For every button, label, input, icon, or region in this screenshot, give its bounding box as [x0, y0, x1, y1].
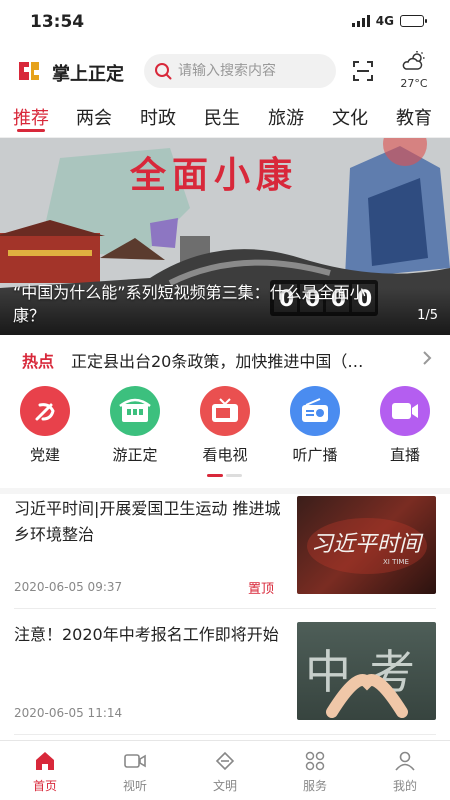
- nav-label: 服务: [302, 779, 327, 793]
- list-divider: [14, 608, 436, 609]
- pinned-badge: 置顶: [248, 582, 275, 597]
- nav-label: 我的: [392, 779, 417, 793]
- weather-widget[interactable]: 27°C: [394, 50, 434, 90]
- banner-caption[interactable]: “中国为什么能”系列短视频第三集：什么是全面小康？: [13, 281, 373, 327]
- nav-item-4[interactable]: 我的: [360, 741, 450, 800]
- news-date: 2020-06-05 09:37: [14, 580, 123, 594]
- app-title: 掌上正定: [52, 64, 124, 85]
- thumbnail-subtext: XI TIME: [383, 558, 409, 566]
- banner-pager: 1/5: [417, 308, 438, 323]
- tab-2[interactable]: 时政: [140, 98, 176, 130]
- search-icon: [155, 63, 172, 80]
- tab-3[interactable]: 民生: [204, 98, 240, 130]
- nav-label: 首页: [32, 779, 57, 793]
- battery-icon: [400, 15, 427, 27]
- services-grid-icon: [304, 751, 326, 775]
- partly-cloudy-icon: [402, 51, 425, 70]
- signal-icon: [351, 15, 370, 27]
- chevron-right-icon[interactable]: [422, 350, 432, 366]
- status-indicators: 4G: [351, 14, 427, 28]
- tv-icon[interactable]: [200, 386, 250, 436]
- news-title[interactable]: 习近平时间|开展爱国卫生运动 推进城乡环境整治: [14, 496, 289, 548]
- tab-0[interactable]: 推荐: [13, 98, 49, 132]
- shortcut-label: 直播: [389, 446, 420, 464]
- shortcut-page-indicator: [207, 474, 242, 477]
- nav-item-2[interactable]: 文明: [180, 741, 270, 800]
- bottom-navigation: 首页 视听 文明 服务 我的: [0, 740, 450, 800]
- section-separator: [0, 488, 450, 494]
- app-logo-icon: [19, 62, 39, 80]
- party-emblem-icon[interactable]: [20, 386, 70, 436]
- shortcut-grid: 党建 游正定 看电视 听广播 直播: [0, 386, 450, 466]
- status-bar: 13:54 4G: [0, 0, 450, 44]
- shortcut-4[interactable]: 直播: [370, 386, 440, 465]
- nav-item-1[interactable]: 视听: [90, 741, 180, 800]
- tab-4[interactable]: 旅游: [268, 98, 304, 130]
- tab-5[interactable]: 文化: [332, 98, 368, 130]
- shortcut-0[interactable]: 党建: [10, 386, 80, 465]
- weather-temperature: 27°C: [400, 77, 428, 90]
- app-header: 掌上正定 27°C: [0, 48, 450, 94]
- network-type: 4G: [375, 14, 394, 28]
- live-video-icon[interactable]: [380, 386, 430, 436]
- video-camera-icon: [123, 754, 147, 775]
- category-tabs: 推荐 两会 时政 民生 旅游 文化 教育: [0, 98, 450, 136]
- news-title[interactable]: 注意！2020年中考报名工作即将开始: [14, 622, 289, 648]
- nav-item-0[interactable]: 首页: [0, 741, 90, 800]
- thumbnail-text: 习近平时间: [311, 532, 422, 557]
- hot-label: 热点: [22, 352, 55, 371]
- tour-icon[interactable]: [110, 386, 160, 436]
- search-input[interactable]: [178, 63, 328, 79]
- banner-headline: 全面小康: [130, 154, 299, 196]
- hot-news-text[interactable]: 正定县出台20条政策，加快推进中国（…: [71, 348, 401, 372]
- shortcut-label: 党建: [29, 446, 60, 464]
- hands-illustration: [326, 674, 408, 718]
- search-bar[interactable]: [144, 54, 336, 88]
- news-thumbnail[interactable]: 中考: [297, 622, 436, 720]
- news-thumbnail[interactable]: 习近平时间 XI TIME: [297, 496, 436, 594]
- status-time: 13:54: [30, 12, 85, 32]
- nav-label: 视听: [122, 779, 147, 793]
- news-item[interactable]: 注意！2020年中考报名工作即将开始 2020-06-05 11:14 中考: [14, 622, 436, 726]
- news-item[interactable]: 习近平时间|开展爱国卫生运动 推进城乡环境整治 2020-06-05 09:37…: [14, 496, 436, 600]
- shortcut-2[interactable]: 看电视: [190, 386, 260, 465]
- hot-news-ticker[interactable]: 热点 正定县出台20条政策，加快推进中国（…: [0, 336, 450, 382]
- radio-icon[interactable]: [290, 386, 340, 436]
- nav-label: 文明: [212, 779, 237, 793]
- list-divider: [14, 734, 436, 735]
- civilization-icon: [214, 751, 236, 775]
- shortcut-label: 看电视: [202, 446, 248, 464]
- shortcut-label: 游正定: [112, 446, 158, 464]
- home-icon: [34, 752, 56, 775]
- shortcut-1[interactable]: 游正定: [100, 386, 170, 465]
- shortcut-3[interactable]: 听广播: [280, 386, 350, 465]
- shortcut-label: 听广播: [292, 446, 338, 464]
- banner-carousel[interactable]: 0000 全面小康 “中国为什么能”系列短视频第三集：什么是全面小康？ 1/5: [0, 138, 450, 335]
- tab-6[interactable]: 教育: [396, 98, 432, 130]
- tab-1[interactable]: 两会: [76, 98, 112, 130]
- news-date: 2020-06-05 11:14: [14, 706, 123, 720]
- scan-icon[interactable]: [352, 60, 374, 82]
- nav-item-3[interactable]: 服务: [270, 741, 360, 800]
- profile-icon: [394, 751, 416, 775]
